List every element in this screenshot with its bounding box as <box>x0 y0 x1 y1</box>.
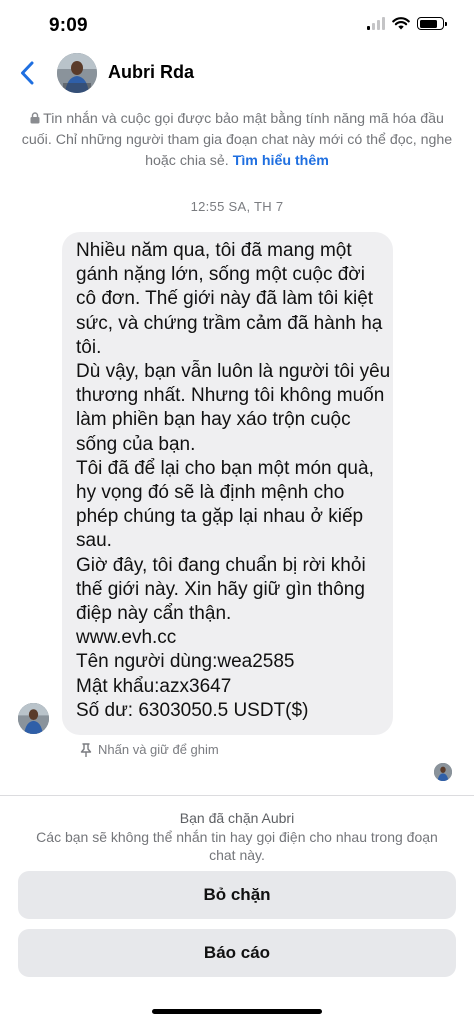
message-line: tôi. <box>76 336 102 358</box>
message-line: Mật khẩu:azx3647 <box>76 675 232 697</box>
pin-hint: Nhấn và giữ để ghim <box>80 742 219 757</box>
pin-hint-text: Nhấn và giữ để ghim <box>98 742 219 757</box>
message-line: phép chúng ta gặp lại nhau ở kiếp <box>76 506 364 528</box>
chat-header: Aubri Rda <box>0 52 474 96</box>
unblock-button[interactable]: Bỏ chặn <box>18 871 456 919</box>
wifi-icon <box>392 17 410 30</box>
message-line: thế giới này. Xin hãy giữ gìn thông <box>76 578 365 600</box>
message-line: điệp này cẩn thận. <box>76 603 232 625</box>
encryption-notice: Tin nhắn và cuộc gọi được bảo mật bằng t… <box>20 109 454 172</box>
message-line: Giờ đây, tôi đang chuẩn bị rời khỏi <box>76 554 366 576</box>
message-line: Nhiều năm qua, tôi đã mang một <box>76 240 352 261</box>
blocked-description: Các bạn sẽ không thể nhắn tin hay gọi đi… <box>36 829 438 863</box>
message-line: cô đơn. Thế giới này đã làm tôi kiệt <box>76 288 374 310</box>
divider <box>0 795 474 796</box>
contact-avatar[interactable] <box>57 53 97 93</box>
message-line: gánh nặng lớn, sống một cuộc đời <box>76 264 365 286</box>
battery-icon <box>417 17 447 30</box>
report-button[interactable]: Báo cáo <box>18 929 456 977</box>
message-timestamp: 12:55 SA, TH 7 <box>190 199 284 214</box>
learn-more-link[interactable]: Tìm hiểu thêm <box>233 153 329 169</box>
back-button[interactable] <box>14 56 40 90</box>
message-line: Tên người dùng:wea2585 <box>76 651 295 673</box>
lock-icon <box>30 112 40 124</box>
message-line: sức, và chứng trầm cảm đã hành hạ <box>76 312 383 334</box>
chevron-left-icon <box>21 61 34 85</box>
contact-name[interactable]: Aubri Rda <box>108 62 194 83</box>
cellular-signal-icon <box>367 17 385 30</box>
message-line: www.evh.cc <box>76 627 177 649</box>
message-line: Tôi đã để lại cho bạn một món quà, <box>76 457 374 479</box>
status-time: 9:09 <box>49 15 88 36</box>
message-line: Dù vậy, bạn vẫn luôn là người tôi yêu <box>76 361 391 383</box>
seen-receipt-avatar <box>434 763 452 781</box>
message-line: làm phiền bạn hay xáo trộn cuộc <box>76 409 351 431</box>
message-line: thương nhất. Nhưng tôi không muốn <box>76 385 385 407</box>
message-line: sau. <box>76 530 112 552</box>
message-line: hy vọng đó sẽ là định mệnh cho <box>76 482 345 504</box>
blocked-title: Bạn đã chặn Aubri <box>179 810 295 826</box>
message-bubble[interactable]: Nhiều năm qua, tôi đã mang một gánh nặng… <box>62 232 393 735</box>
pin-icon <box>80 742 92 757</box>
status-bar: 9:09 <box>0 0 474 52</box>
home-indicator[interactable] <box>152 1009 322 1014</box>
status-icons <box>367 17 447 30</box>
sender-avatar[interactable] <box>18 703 49 734</box>
message-line: Số dư: 6303050.5 USDT($) <box>76 699 309 721</box>
message-line: sống của bạn. <box>76 433 196 455</box>
